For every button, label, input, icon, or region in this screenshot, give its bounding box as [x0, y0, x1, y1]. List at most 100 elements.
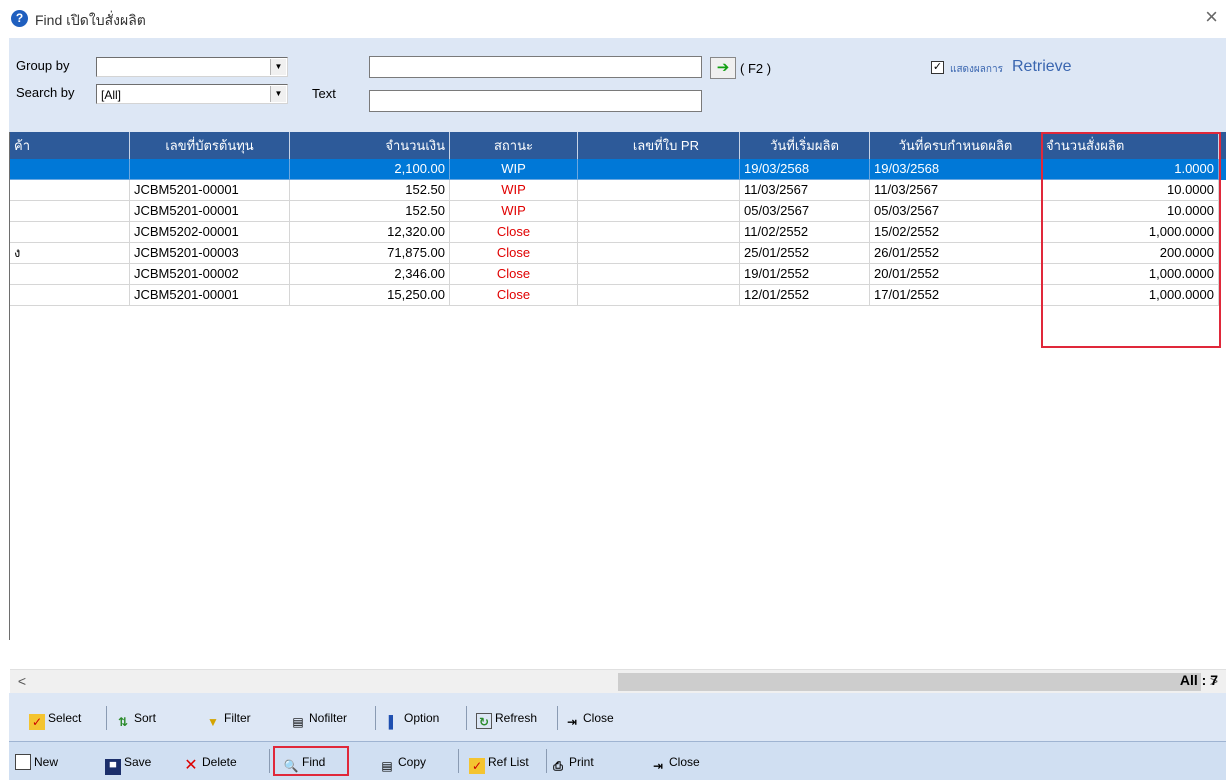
results-grid: ค้า เลขที่บัตรต้นทุน จำนวนเงิน สถานะ เลข… [9, 132, 1226, 693]
table-cell[interactable]: 2,346.00 [290, 264, 450, 285]
close-grid-button[interactable]: ⇥ Close [564, 707, 614, 729]
close-window-button[interactable]: × [1205, 6, 1218, 28]
table-cell[interactable]: 11/02/2552 [740, 222, 870, 243]
horizontal-scrollbar[interactable]: < > [10, 669, 1226, 693]
table-row[interactable]: JCBM5201-00002 2,346.00 Close 19/01/2552 20/… [10, 264, 1226, 285]
copy-button[interactable]: ▤ Copy [379, 751, 426, 773]
column-header[interactable]: ค้า [10, 132, 130, 159]
search-by-select[interactable]: [All] ▼ [96, 84, 288, 104]
column-header[interactable]: เลขที่ใบ PR [578, 132, 740, 159]
table-cell[interactable] [578, 285, 740, 306]
table-cell[interactable]: 19/01/2552 [740, 264, 870, 285]
table-row[interactable]: 2,100.00 WIP 19/03/2568 19/03/2568 1.0000 [10, 159, 1226, 180]
table-cell[interactable] [10, 201, 130, 222]
table-cell[interactable]: 1,000.0000 [1042, 222, 1219, 243]
table-cell[interactable]: 2,100.00 [290, 159, 450, 180]
table-cell[interactable]: JCBM5201-00001 [130, 201, 290, 222]
table-cell[interactable]: 1.0000 [1042, 159, 1219, 180]
option-button[interactable]: ▌ Option [385, 707, 440, 729]
table-cell[interactable]: JCBM5201-00003 [130, 243, 290, 264]
table-cell[interactable] [578, 264, 740, 285]
table-cell[interactable]: 05/03/2567 [870, 201, 1042, 222]
table-cell[interactable]: 25/01/2552 [740, 243, 870, 264]
new-button[interactable]: New [15, 751, 58, 773]
grid-header: ค้า เลขที่บัตรต้นทุน จำนวนเงิน สถานะ เลข… [10, 132, 1226, 159]
table-cell[interactable]: 71,875.00 [290, 243, 450, 264]
table-cell[interactable]: 17/01/2552 [870, 285, 1042, 306]
delete-button[interactable]: ✕ Delete [183, 751, 236, 774]
table-cell[interactable]: 1,000.0000 [1042, 264, 1219, 285]
table-cell[interactable] [130, 159, 290, 180]
ref-list-button[interactable]: ✓ Ref List [469, 751, 529, 774]
sort-button[interactable]: ⇅ Sort [115, 707, 156, 729]
table-cell[interactable]: 11/03/2567 [870, 180, 1042, 201]
table-cell[interactable]: WIP [450, 201, 578, 222]
table-cell[interactable]: 12,320.00 [290, 222, 450, 243]
table-row[interactable]: JCBM5201-00001 152.50 WIP 05/03/2567 05/03/2… [10, 201, 1226, 222]
table-cell[interactable]: 152.50 [290, 201, 450, 222]
table-row[interactable]: JCBM5201-00001 152.50 WIP 11/03/2567 11/03/2… [10, 180, 1226, 201]
scrollbar-thumb[interactable] [618, 673, 1201, 691]
table-cell[interactable]: 19/03/2568 [870, 159, 1042, 180]
select-button[interactable]: ✓ Select [29, 707, 81, 730]
table-cell[interactable] [10, 285, 130, 306]
table-cell[interactable] [10, 222, 130, 243]
table-cell[interactable]: 15,250.00 [290, 285, 450, 306]
refresh-button[interactable]: ↻ Refresh [476, 707, 537, 729]
table-cell[interactable]: JCBM5201-00001 [130, 180, 290, 201]
chevron-down-icon[interactable]: ▼ [270, 59, 286, 75]
table-cell[interactable]: 152.50 [290, 180, 450, 201]
table-cell[interactable]: JCBM5201-00002 [130, 264, 290, 285]
table-cell[interactable]: 11/03/2567 [740, 180, 870, 201]
table-cell[interactable]: 05/03/2567 [740, 201, 870, 222]
column-header[interactable]: สถานะ [450, 132, 578, 159]
table-cell[interactable]: Close [450, 285, 578, 306]
save-button[interactable]: ▀ Save [105, 751, 151, 775]
table-cell[interactable]: 12/01/2552 [740, 285, 870, 306]
search-text-input[interactable] [369, 90, 702, 112]
table-cell[interactable]: Close [450, 264, 578, 285]
filter-button[interactable]: ▼ Filter [205, 707, 251, 729]
table-cell[interactable] [578, 180, 740, 201]
table-row[interactable]: JCBM5201-00001 15,250.00 Close 12/01/2552 17… [10, 285, 1226, 306]
chevron-down-icon[interactable]: ▼ [270, 86, 286, 102]
text-label: Text [312, 86, 336, 101]
table-cell[interactable]: 200.0000 [1042, 243, 1219, 264]
print-button[interactable]: ⎙ Print [550, 751, 594, 773]
table-cell[interactable]: 10.0000 [1042, 180, 1219, 201]
column-header[interactable]: จำนวนสั่งผลิต [1042, 132, 1219, 159]
retrieve-checkbox[interactable]: ✓ [931, 61, 944, 74]
table-cell[interactable]: 15/02/2552 [870, 222, 1042, 243]
table-cell[interactable]: 26/01/2552 [870, 243, 1042, 264]
table-cell[interactable]: Close [450, 222, 578, 243]
table-cell[interactable] [578, 201, 740, 222]
column-header[interactable]: วันที่ครบกำหนดผลิต [870, 132, 1042, 159]
group-by-select[interactable]: ▼ [96, 57, 288, 77]
table-cell[interactable]: ง [10, 243, 130, 264]
table-cell[interactable]: 10.0000 [1042, 201, 1219, 222]
go-arrow-button[interactable]: ➔ [710, 57, 736, 79]
table-cell[interactable]: JCBM5202-00001 [130, 222, 290, 243]
table-cell[interactable] [10, 180, 130, 201]
column-header[interactable]: วันที่เริ่มผลิต [740, 132, 870, 159]
table-cell[interactable] [10, 264, 130, 285]
close-form-button[interactable]: ⇥ Close [650, 751, 700, 773]
table-cell[interactable] [578, 222, 740, 243]
table-cell[interactable] [10, 159, 130, 180]
table-cell[interactable]: Close [450, 243, 578, 264]
table-row[interactable]: JCBM5202-00001 12,320.00 Close 11/02/2552 15… [10, 222, 1226, 243]
table-row[interactable]: ง JCBM5201-00003 71,875.00 Close 25/01/2552 2… [10, 243, 1226, 264]
search-value-input[interactable] [369, 56, 702, 78]
table-cell[interactable]: JCBM5201-00001 [130, 285, 290, 306]
scroll-left-button[interactable]: < [10, 670, 34, 694]
table-cell[interactable]: WIP [450, 159, 578, 180]
table-cell[interactable]: WIP [450, 180, 578, 201]
column-header[interactable]: เลขที่บัตรต้นทุน [130, 132, 290, 159]
column-header[interactable]: จำนวนเงิน [290, 132, 450, 159]
nofilter-button[interactable]: ▤ Nofilter [290, 707, 347, 729]
table-cell[interactable] [578, 243, 740, 264]
table-cell[interactable]: 1,000.0000 [1042, 285, 1219, 306]
table-cell[interactable]: 19/03/2568 [740, 159, 870, 180]
table-cell[interactable]: 20/01/2552 [870, 264, 1042, 285]
table-cell[interactable] [578, 159, 740, 180]
